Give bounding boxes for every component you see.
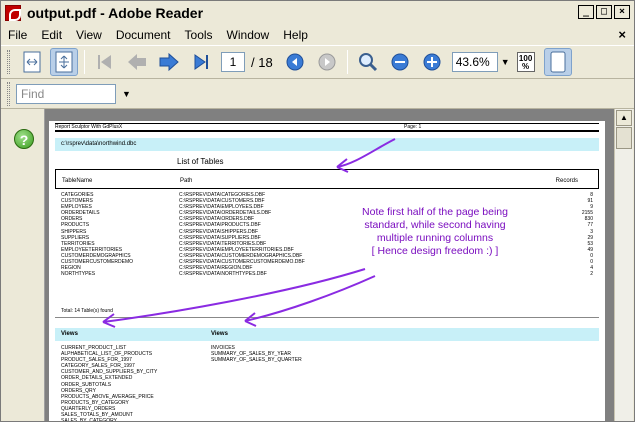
toolbar-grip[interactable]: [7, 50, 10, 74]
first-page-icon: [98, 55, 111, 69]
views-column-2: INVOICES SUMMARY_OF_SALES_BY_YEAR SUMMARY_…: [211, 345, 302, 363]
zoom-tool-button[interactable]: [354, 48, 382, 76]
cell-records: 2: [590, 271, 593, 278]
annotation-line: [ Hence design freedom :) ]: [371, 245, 499, 257]
annotation-note: Note first half of the page being standa…: [335, 206, 535, 258]
views-label-1: Views: [61, 331, 78, 337]
annotation-line: multiple running columns: [376, 232, 494, 244]
last-page-icon: [194, 54, 208, 70]
previous-page-button[interactable]: [123, 48, 151, 76]
fit-width-button[interactable]: 100%: [512, 48, 540, 76]
last-page-button[interactable]: [187, 48, 215, 76]
zoom-in-button[interactable]: [418, 48, 446, 76]
pdf-page: Report Sculptor With GdPlusX Page: 1 c:\…: [49, 121, 605, 422]
menu-view[interactable]: View: [69, 28, 109, 42]
column-tablename: TableName: [62, 178, 93, 184]
cell-path: C:\RSPREV\DATA\NORTHTYPES.DBF: [179, 271, 267, 278]
single-page-icon: [550, 51, 566, 73]
magnifier-icon: [358, 53, 377, 72]
menu-bar: File Edit View Document Tools Window Hel…: [1, 25, 634, 45]
previous-view-button[interactable]: [281, 48, 309, 76]
view-item: PRODUCTS_ABOVE_AVERAGE_PRICE: [61, 393, 154, 400]
navigation-pane: ?: [1, 109, 45, 421]
page-number-input[interactable]: 1: [221, 52, 245, 72]
menu-help[interactable]: Help: [276, 28, 315, 42]
annotation-line: Note first half of the page being: [362, 206, 508, 218]
maximize-button[interactable]: □: [596, 5, 612, 19]
zoom-dropdown-arrow-icon[interactable]: ▼: [501, 57, 510, 67]
next-view-button[interactable]: [313, 48, 341, 76]
single-page-view-button[interactable]: [543, 48, 572, 76]
adobe-reader-window: output.pdf - Adobe Reader _ □ × File Edi…: [0, 0, 635, 422]
views-column-1: CURRENT_PRODUCT_LIST ALPHABETICAL_LIST_OF…: [61, 345, 157, 422]
database-path: c:\rsprev\data\northwind.dbc: [55, 138, 599, 151]
scroll-thumb[interactable]: [616, 127, 632, 149]
close-document-button[interactable]: ×: [618, 27, 626, 42]
view-item: SUMMARY_OF_SALES_BY_QUARTER: [211, 357, 302, 364]
views-label-2: Views: [211, 331, 228, 337]
find-toolbar: Find ▼: [1, 79, 634, 109]
arrow-left-icon: [128, 54, 146, 70]
header-rule-bottom: [55, 130, 599, 132]
help-icon[interactable]: ?: [14, 129, 34, 149]
main-toolbar: 1 / 18 43.6% ▼ 100%: [1, 45, 634, 79]
views-header: Views Views: [55, 328, 599, 341]
menu-window[interactable]: Window: [220, 28, 277, 42]
window-title: output.pdf - Adobe Reader: [27, 5, 204, 21]
next-view-icon: [318, 53, 336, 71]
total-count: Total: 14 Table(s) found: [61, 308, 113, 314]
menu-edit[interactable]: Edit: [34, 28, 69, 42]
menu-tools[interactable]: Tools: [178, 28, 220, 42]
menu-document[interactable]: Document: [109, 28, 178, 42]
actual-size-icon: [55, 51, 73, 73]
adobe-reader-icon: [5, 5, 21, 21]
view-item: SALES_BY_CATEGORY: [61, 418, 117, 422]
list-title: List of Tables: [177, 157, 224, 166]
previous-view-icon: [286, 53, 304, 71]
vertical-scrollbar[interactable]: ▲: [614, 109, 633, 421]
actual-size-button[interactable]: [50, 48, 78, 76]
toolbar-separator: [84, 50, 85, 74]
toolbar-grip[interactable]: [7, 81, 10, 106]
annotation-line: standard, while second having: [364, 219, 506, 231]
toolbar-separator: [346, 50, 348, 74]
fit-page-icon: [23, 51, 41, 73]
fit-width-icon: 100%: [516, 52, 535, 72]
next-page-button[interactable]: [155, 48, 183, 76]
close-window-button[interactable]: ×: [614, 5, 630, 19]
find-dropdown-arrow-icon[interactable]: ▼: [122, 89, 131, 99]
column-records: Records: [555, 178, 578, 184]
arrow-right-icon: [159, 52, 179, 72]
total-rule: [55, 317, 599, 318]
cell-tablename: NORTHTYPES: [61, 271, 96, 278]
zoom-out-icon: [391, 53, 409, 71]
page-total: / 18: [251, 54, 273, 70]
find-input[interactable]: Find: [16, 83, 116, 104]
minimize-button[interactable]: _: [578, 5, 594, 19]
fit-width-bottom: %: [522, 62, 530, 71]
column-path: Path: [180, 178, 193, 184]
first-page-button[interactable]: [91, 48, 119, 76]
zoom-in-icon: [423, 53, 441, 71]
scroll-up-icon[interactable]: ▲: [616, 110, 632, 126]
fit-page-button[interactable]: [18, 48, 46, 76]
menu-file[interactable]: File: [1, 28, 34, 42]
document-area[interactable]: Report Sculptor With GdPlusX Page: 1 c:\…: [45, 109, 615, 422]
title-bar: output.pdf - Adobe Reader _ □ ×: [1, 1, 634, 25]
header-rule: [55, 123, 599, 124]
table-row: NORTHTYPES C:\RSPREV\DATA\NORTHTYPES.DBF 2: [55, 271, 599, 277]
zoom-out-button[interactable]: [386, 48, 414, 76]
zoom-level-input[interactable]: 43.6%: [451, 52, 498, 72]
table-header: TableName Path Records: [55, 169, 599, 189]
